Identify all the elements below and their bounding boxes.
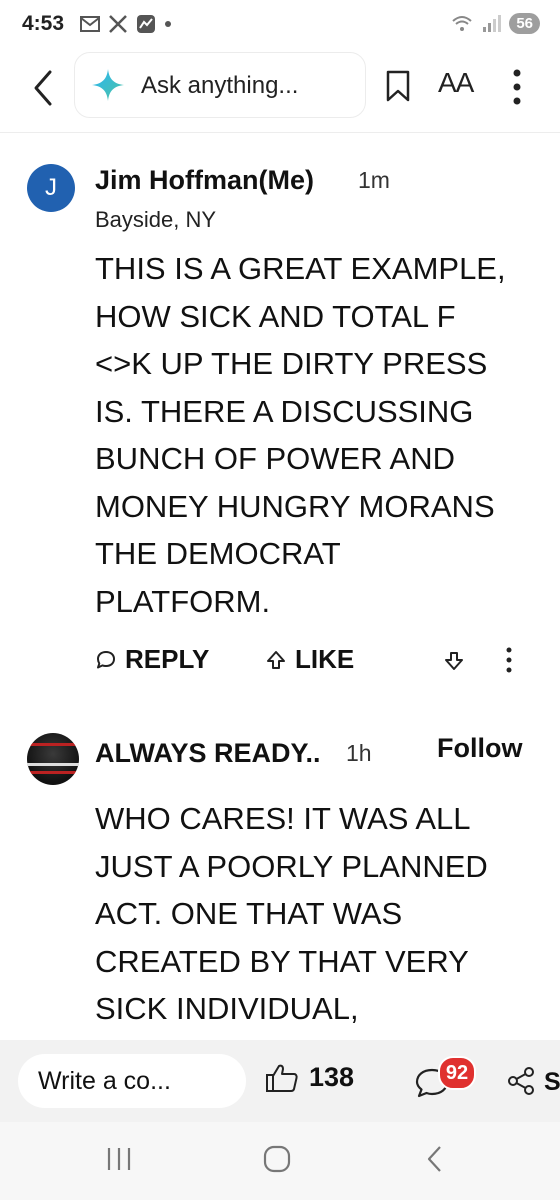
downvote-icon[interactable]	[443, 650, 465, 672]
comment-count-badge: 92	[438, 1056, 476, 1090]
up-arrow-icon	[267, 650, 285, 669]
bookmark-icon[interactable]	[385, 70, 411, 102]
recent-apps-icon[interactable]	[106, 1144, 132, 1174]
follow-button[interactable]: Follow	[437, 733, 522, 764]
reply-label: REPLY	[125, 644, 210, 674]
comment-line: WHO CARES! IT WAS ALL	[95, 801, 471, 836]
comment-line: IS. THERE A DISCUSSING	[95, 393, 474, 429]
x-app-icon	[109, 15, 127, 33]
battery-badge: 56	[509, 13, 540, 34]
like-count-button[interactable]: 138	[265, 1062, 354, 1093]
like-count: 138	[309, 1062, 355, 1092]
search-placeholder: Ask anything...	[141, 72, 299, 99]
comment-line: JUST A POORLY PLANNED	[95, 848, 488, 884]
write-comment-input[interactable]: Write a co...	[18, 1054, 246, 1108]
like-button[interactable]: LIKE	[265, 644, 354, 675]
back-icon[interactable]	[424, 1144, 444, 1174]
ai-sparkle-icon	[92, 69, 124, 101]
reply-button[interactable]: REPLY	[95, 644, 209, 675]
write-comment-placeholder: Write a co...	[38, 1067, 171, 1095]
comment-actions: REPLY LIKE	[95, 640, 535, 684]
system-nav-bar	[0, 1122, 560, 1200]
comment-line: <>K UP THE DIRTY PRESS	[95, 346, 488, 381]
divider	[0, 132, 560, 133]
dot-icon	[165, 21, 171, 27]
comment-line: HOW SICK AND TOTAL F	[95, 298, 456, 334]
comment-time: 1m	[358, 167, 390, 193]
comment-line: SICK INDIVIDUAL,	[95, 991, 359, 1026]
home-icon[interactable]	[262, 1144, 292, 1174]
comment-line: THIS IS A GREAT EXAMPLE,	[95, 251, 506, 286]
news-app-icon	[137, 15, 155, 33]
comment-line: PLATFORM.	[95, 583, 271, 619]
notification-icons	[80, 14, 172, 34]
back-arrow-icon[interactable]	[28, 68, 58, 108]
comment-body: THIS IS A GREAT EXAMPLE, HOW SICK AND TO…	[95, 245, 535, 625]
comment-line: CREATED BY THAT VERY	[95, 943, 469, 979]
more-vertical-icon[interactable]	[512, 68, 522, 106]
comment-line: MONEY HUNGRY MORANS	[95, 488, 495, 524]
comment-author[interactable]: ALWAYS READY..	[95, 738, 321, 769]
wifi-icon	[452, 15, 472, 31]
comment-location: Bayside, NY	[95, 207, 217, 232]
comment-line: BUNCH OF POWER AND	[95, 441, 455, 476]
thumbs-up-icon	[266, 1064, 298, 1092]
text-size-button[interactable]: AA	[438, 67, 474, 99]
status-bar: 4:53 56	[0, 0, 560, 50]
share-icon[interactable]	[506, 1066, 536, 1096]
speech-bubble-icon	[97, 650, 115, 668]
mail-icon	[80, 16, 100, 32]
share-label[interactable]: S	[544, 1068, 560, 1097]
top-bar: Ask anything... AA	[0, 50, 560, 130]
search-box[interactable]: Ask anything...	[74, 52, 366, 118]
avatar[interactable]: J	[27, 164, 75, 212]
comment-time: 1h	[346, 740, 372, 766]
status-right: 56	[451, 13, 540, 34]
like-label: LIKE	[295, 644, 355, 674]
signal-icon	[483, 14, 502, 32]
comment-line: ACT. ONE THAT WAS	[95, 896, 403, 931]
status-time: 4:53	[22, 12, 65, 35]
comment-body: WHO CARES! IT WAS ALL JUST A POORLY PLAN…	[95, 795, 535, 1033]
comment-line: THE DEMOCRAT	[95, 536, 341, 571]
comment-bar: Write a co... 138 92 S	[0, 1040, 560, 1122]
avatar[interactable]	[27, 733, 79, 785]
comment-author[interactable]: Jim Hoffman(Me)	[95, 165, 314, 196]
more-vertical-icon[interactable]	[505, 646, 513, 674]
